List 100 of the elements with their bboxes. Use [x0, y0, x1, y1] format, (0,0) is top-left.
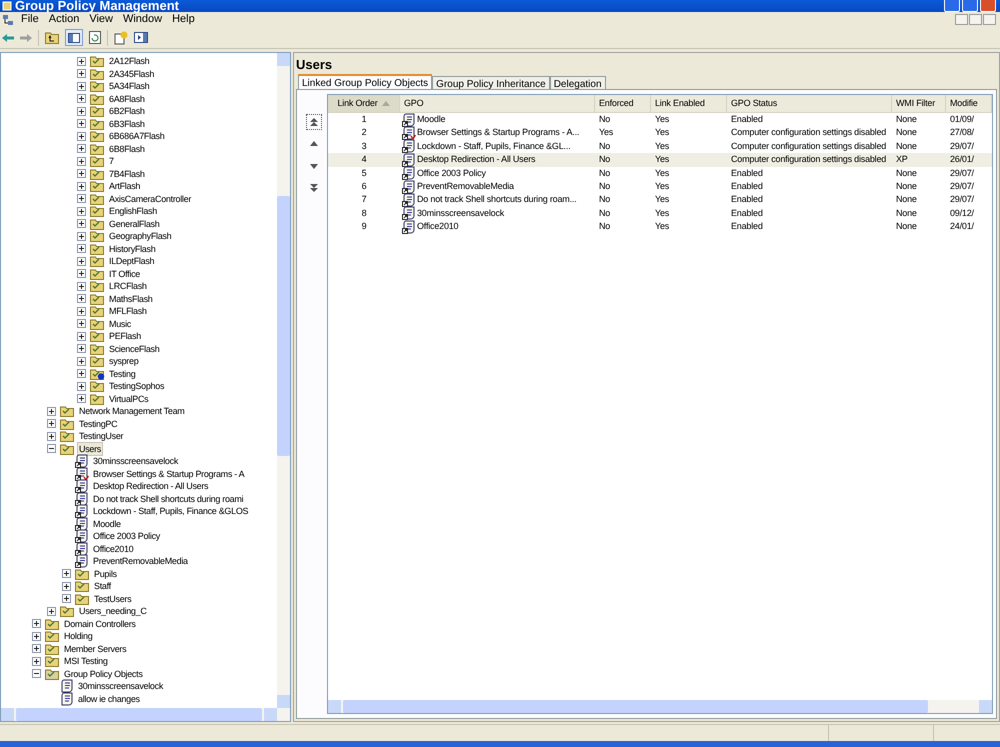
table-row[interactable]: 1 Moodle No Yes Enabled None 01/09/	[328, 113, 992, 126]
tree-item[interactable]: Office 2003 Policy	[91, 529, 162, 544]
table-row[interactable]: 2 Browser Settings & Startup Programs - A... Yes Yes Computer configuration settings disabled None 27/08/	[328, 126, 992, 140]
horizontal-scrollbar[interactable]	[328, 700, 992, 713]
expand-toggle[interactable]	[77, 206, 86, 216]
tree-item[interactable]: GeneralFlash	[107, 216, 162, 231]
tree-item[interactable]: MathsFlash	[107, 292, 155, 306]
expand-toggle[interactable]	[32, 619, 41, 628]
tree-item[interactable]: 30minsscreensavelock	[76, 679, 166, 694]
close-button[interactable]	[980, 0, 996, 12]
tree-item[interactable]: 6B8Flash	[107, 142, 147, 156]
expand-toggle[interactable]	[77, 344, 86, 354]
expand-toggle[interactable]	[77, 369, 86, 378]
tree-item[interactable]: PreventRemovableMedia	[91, 554, 190, 568]
tree-item[interactable]: TestingUser	[77, 429, 126, 444]
expand-toggle[interactable]	[77, 356, 86, 366]
expand-toggle[interactable]	[32, 632, 41, 641]
expand-toggle[interactable]	[77, 194, 86, 204]
table-row[interactable]: 7 Do not track Shell shortcuts during roam... No Yes Enabled None 29/07/	[328, 193, 992, 207]
collapse-toggle[interactable]	[47, 444, 56, 454]
expand-toggle[interactable]	[77, 219, 86, 228]
tree-item[interactable]: Domain Controllers	[62, 616, 138, 631]
expand-toggle[interactable]	[77, 332, 86, 341]
tree-item[interactable]: PEFlash	[107, 329, 143, 344]
tree-item[interactable]: 6B2Flash	[107, 104, 147, 118]
tree-item[interactable]: Users	[77, 442, 104, 456]
tree-item[interactable]: 6B686A7Flash	[107, 129, 166, 144]
tree-item[interactable]: Do not track Shell shortcuts during roami	[91, 492, 246, 506]
tree-item[interactable]: 7	[107, 154, 116, 168]
tab[interactable]: Linked Group Policy Objects	[298, 74, 432, 89]
tree-item[interactable]: allow ie changes	[76, 692, 142, 706]
expand-toggle[interactable]	[62, 582, 71, 591]
expand-toggle[interactable]	[77, 319, 86, 328]
expand-toggle[interactable]	[77, 306, 86, 316]
column-header[interactable]: Enforced	[595, 95, 651, 112]
tree-item[interactable]: TestingPC	[77, 416, 120, 431]
menu-item[interactable]: File	[16, 11, 44, 28]
tree-item[interactable]: TestingSophos	[107, 379, 166, 394]
expand-toggle[interactable]	[32, 656, 41, 666]
tree-item[interactable]: Moodle	[91, 516, 123, 531]
tree-item[interactable]: AxisCameraController	[107, 192, 194, 206]
tree-item[interactable]: VirtualPCs	[107, 392, 150, 406]
tree-item[interactable]: Holding	[62, 629, 94, 644]
tree-item[interactable]: sysprep	[107, 354, 140, 368]
column-header[interactable]: WMI Filter	[892, 95, 946, 112]
tree-item[interactable]: 2A345Flash	[107, 66, 156, 81]
refresh-icon[interactable]	[89, 31, 101, 44]
table-row[interactable]: 5 Office 2003 Policy No Yes Enabled None 29/07/	[328, 166, 992, 180]
expand-toggle[interactable]	[62, 594, 71, 604]
tab[interactable]: Delegation	[550, 76, 606, 89]
expand-toggle[interactable]	[77, 106, 86, 116]
tree-item[interactable]: LRCFlash	[107, 279, 149, 294]
expand-toggle[interactable]	[77, 169, 86, 178]
menu-item[interactable]: Action	[44, 11, 84, 28]
tree-item[interactable]: ArtFlash	[107, 179, 142, 194]
tree-item[interactable]: ScienceFlash	[107, 342, 162, 356]
tree-item[interactable]: Group Policy Objects	[62, 666, 145, 681]
expand-toggle[interactable]	[77, 182, 86, 191]
column-header[interactable]: Link Order	[328, 95, 400, 112]
expand-toggle[interactable]	[47, 419, 56, 428]
tree-toggle-button[interactable]	[65, 29, 83, 46]
help-icon[interactable]	[114, 30, 128, 44]
tree-item[interactable]: TestUsers	[92, 592, 134, 606]
column-header[interactable]: Modifie	[946, 95, 992, 112]
tree-item[interactable]: GeographyFlash	[107, 229, 174, 244]
menu-item[interactable]: View	[84, 11, 118, 28]
console-icon[interactable]	[2, 14, 14, 26]
tree-item[interactable]: Music	[107, 316, 134, 331]
expand-toggle[interactable]	[62, 569, 71, 578]
expand-toggle[interactable]	[77, 382, 86, 391]
tree-item[interactable]: Lockdown - Staff, Pupils, Finance &GLOS	[91, 504, 250, 518]
expand-toggle[interactable]	[77, 119, 86, 128]
menu-item[interactable]: Help	[167, 11, 200, 28]
menu-item[interactable]: Window	[118, 11, 168, 28]
vertical-scrollbar[interactable]	[277, 53, 290, 708]
move-top-button[interactable]	[306, 114, 322, 130]
expand-toggle[interactable]	[32, 644, 41, 654]
column-header[interactable]: GPO	[400, 95, 595, 112]
table-row[interactable]: 6 PreventRemovableMedia No Yes Enabled None 29/07/	[328, 180, 992, 194]
back-icon[interactable]	[2, 32, 14, 42]
tab[interactable]: Group Policy Inheritance	[432, 76, 550, 89]
expand-toggle[interactable]	[77, 82, 86, 91]
table-row[interactable]: 3 Lockdown - Staff, Pupils, Finance &GL... No Yes Computer configuration settings disabled None 29/07/	[328, 140, 992, 154]
expand-toggle[interactable]	[77, 244, 86, 254]
tree-item[interactable]: HistoryFlash	[107, 242, 158, 256]
panes-icon[interactable]	[134, 32, 148, 43]
expand-toggle[interactable]	[77, 94, 86, 104]
tree-item[interactable]: Member Servers	[62, 642, 128, 656]
table-row[interactable]: 9 Office2010 No Yes Enabled None 24/01/	[328, 220, 992, 234]
tree-item[interactable]: MSI Testing	[62, 654, 110, 668]
tree-item[interactable]: Staff	[92, 579, 113, 594]
tree-item[interactable]: ILDeptFlash	[107, 254, 156, 268]
tree-item[interactable]: 5A34Flash	[107, 79, 152, 94]
tree-item[interactable]: IT Office	[107, 266, 142, 281]
expand-toggle[interactable]	[47, 406, 56, 416]
tree-item[interactable]: 6A8Flash	[107, 92, 147, 106]
column-header[interactable]: GPO Status	[727, 95, 892, 112]
tree-item[interactable]: Browser Settings & Startup Programs - A	[91, 466, 246, 481]
tree-item[interactable]: Testing	[107, 366, 138, 381]
table-row[interactable]: 4 Desktop Redirection - All Users No Yes Computer configuration settings disabled XP 26/01/	[328, 153, 992, 167]
